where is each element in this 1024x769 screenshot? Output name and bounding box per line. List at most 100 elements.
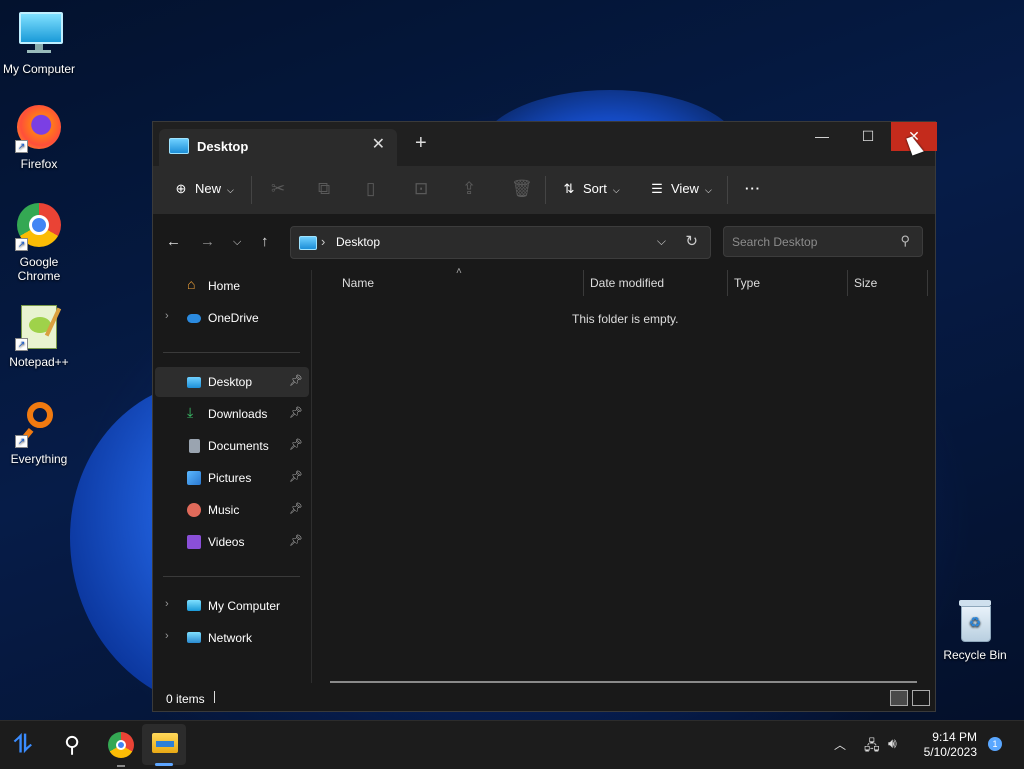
sidebar-item-downloads[interactable]: ⤓ Downloads 📌︎ xyxy=(155,399,309,429)
large-icons-view-icon[interactable] xyxy=(912,690,930,706)
column-divider[interactable] xyxy=(583,270,584,296)
more-options-button[interactable]: ··· xyxy=(745,179,761,199)
expand-chevron-icon[interactable]: › xyxy=(165,630,169,642)
desktop-icon-everything[interactable]: ↗ Everything xyxy=(0,400,78,466)
column-header-date-modified[interactable]: Date modified xyxy=(590,276,664,290)
sort-arrows-icon: ⇅ xyxy=(563,181,575,196)
firefox-icon: ↗ xyxy=(15,105,63,153)
breadcrumb-chevron-icon: › xyxy=(321,234,326,249)
show-hidden-icons-chevron-icon[interactable]: ︿ xyxy=(834,736,846,753)
delete-button[interactable]: 🗑︎ xyxy=(511,179,533,199)
sidebar-item-my-computer[interactable]: › My Computer xyxy=(155,591,309,621)
search-icon[interactable]: ⚲ xyxy=(64,732,90,758)
forward-arrow-icon[interactable]: → xyxy=(200,233,215,250)
back-arrow-icon[interactable]: ← xyxy=(166,233,181,250)
desktop-icon-my-computer[interactable]: My Computer xyxy=(0,10,78,76)
desktop-icon-label: Google Chrome xyxy=(17,255,61,283)
breadcrumb[interactable]: Desktop xyxy=(336,235,380,249)
expand-chevron-icon[interactable]: › xyxy=(165,310,169,322)
sidebar-item-desktop[interactable]: Desktop 📌︎ xyxy=(155,367,309,397)
tab-desktop[interactable]: Desktop ✕ xyxy=(159,129,397,166)
column-header-type[interactable]: Type xyxy=(734,276,760,290)
sidebar-item-home[interactable]: ⌂ Home xyxy=(155,271,309,301)
network-status-icon[interactable]: 🖧︎ xyxy=(864,735,880,759)
video-icon xyxy=(187,535,201,549)
desktop-icon-firefox[interactable]: ↗ Firefox xyxy=(0,105,78,171)
details-view-icon[interactable] xyxy=(890,690,908,706)
column-header-name[interactable]: Name xyxy=(342,276,374,290)
desktop-folder-icon xyxy=(169,138,189,154)
sort-ascending-icon: ˄ xyxy=(456,266,462,277)
pin-icon[interactable]: 📌︎ xyxy=(289,406,303,419)
divider xyxy=(251,176,252,204)
home-icon: ⌂ xyxy=(187,276,196,292)
shortcut-arrow-icon: ↗ xyxy=(15,338,28,351)
desktop-icon-label: Firefox xyxy=(20,157,58,171)
pin-icon[interactable]: 📌︎ xyxy=(289,374,303,387)
taskbar: ⥮ ⚲ ︿ 🖧︎ 🔊︎ 9:14 PM 5/10/2023 1 xyxy=(0,720,1024,769)
expand-chevron-icon[interactable]: › xyxy=(165,598,169,610)
maximize-button[interactable]: ☐ xyxy=(845,122,891,151)
column-header-size[interactable]: Size xyxy=(854,276,877,290)
address-bar[interactable]: › Desktop ⌵ ↻ xyxy=(290,226,711,259)
clock-date: 5/10/2023 xyxy=(923,745,977,759)
download-icon: ⤓ xyxy=(187,404,194,420)
address-dropdown-icon[interactable]: ⌵ xyxy=(657,234,666,249)
column-divider[interactable] xyxy=(727,270,728,296)
minimize-button[interactable]: — xyxy=(799,122,845,151)
chrome-icon[interactable] xyxy=(108,732,134,758)
search-icon: ⚲ xyxy=(900,233,910,248)
divider xyxy=(163,352,300,353)
view-button[interactable]: ☰ View ⌵ xyxy=(649,179,712,199)
notification-badge[interactable]: 1 xyxy=(988,737,1002,751)
notepad-plus-plus-icon: ↗ xyxy=(15,303,63,351)
column-divider[interactable] xyxy=(847,270,848,296)
copy-button[interactable]: ⧉ xyxy=(318,179,330,199)
tab-close-icon[interactable]: ✕ xyxy=(372,134,385,154)
desktop-icon-notepad-plus-plus[interactable]: ↗ Notepad++ xyxy=(0,303,78,369)
desktop-icon-google-chrome[interactable]: ↗ Google Chrome xyxy=(0,203,78,283)
sidebar-item-documents[interactable]: Documents 📌︎ xyxy=(155,431,309,461)
sort-button[interactable]: ⇅ Sort ⌵ xyxy=(561,179,620,199)
pin-icon[interactable]: 📌︎ xyxy=(289,502,303,515)
desktop-icon-recycle-bin[interactable]: ♻ Recycle Bin xyxy=(936,596,1014,662)
sidebar-item-label: Desktop xyxy=(208,375,253,389)
search-input[interactable]: Search Desktop ⚲ xyxy=(723,226,923,257)
sidebar-item-label: OneDrive xyxy=(208,311,259,325)
divider xyxy=(163,576,300,577)
rename-icon: ⊡ xyxy=(414,179,429,198)
clock[interactable]: 9:14 PM 5/10/2023 xyxy=(915,730,977,760)
item-count: 0 items xyxy=(166,692,205,706)
refresh-icon[interactable]: ↻ xyxy=(685,232,698,250)
up-arrow-icon[interactable]: ↑ xyxy=(261,233,269,250)
volume-icon[interactable]: 🔊︎ xyxy=(888,735,897,752)
sidebar-item-network[interactable]: › Network xyxy=(155,623,309,653)
recent-locations-chevron-icon[interactable]: ⌵ xyxy=(233,236,241,249)
document-icon xyxy=(189,439,200,453)
sidebar-item-onedrive[interactable]: › OneDrive xyxy=(155,303,309,333)
pin-icon[interactable]: 📌︎ xyxy=(289,470,303,483)
sidebar-item-music[interactable]: Music 📌︎ xyxy=(155,495,309,525)
divider xyxy=(727,176,728,204)
clipboard-icon: ▯ xyxy=(366,179,376,198)
running-indicator xyxy=(117,765,125,767)
sidebar-item-videos[interactable]: Videos 📌︎ xyxy=(155,527,309,557)
tab-label: Desktop xyxy=(197,139,249,154)
pin-icon[interactable]: 📌︎ xyxy=(289,534,303,547)
picture-icon xyxy=(187,471,201,485)
new-tab-button[interactable]: + xyxy=(415,132,427,155)
shortcut-arrow-icon: ↗ xyxy=(15,435,28,448)
paste-button[interactable]: ▯ xyxy=(366,179,375,199)
sidebar-item-label: My Computer xyxy=(208,599,281,613)
cut-button[interactable]: ✂ xyxy=(271,179,285,199)
share-icon: ⇪ xyxy=(462,179,477,198)
pin-icon[interactable]: 📌︎ xyxy=(289,438,303,451)
sidebar-item-label: Music xyxy=(208,503,240,517)
rename-button[interactable]: ⊡ xyxy=(414,179,428,199)
share-button[interactable]: ⇪ xyxy=(462,179,476,199)
column-divider[interactable] xyxy=(927,270,928,296)
new-button[interactable]: ⊕ New ⌵ xyxy=(173,179,234,199)
start-button-icon[interactable]: ⥮ xyxy=(14,732,40,758)
cloud-icon xyxy=(187,314,201,323)
sidebar-item-pictures[interactable]: Pictures 📌︎ xyxy=(155,463,309,493)
